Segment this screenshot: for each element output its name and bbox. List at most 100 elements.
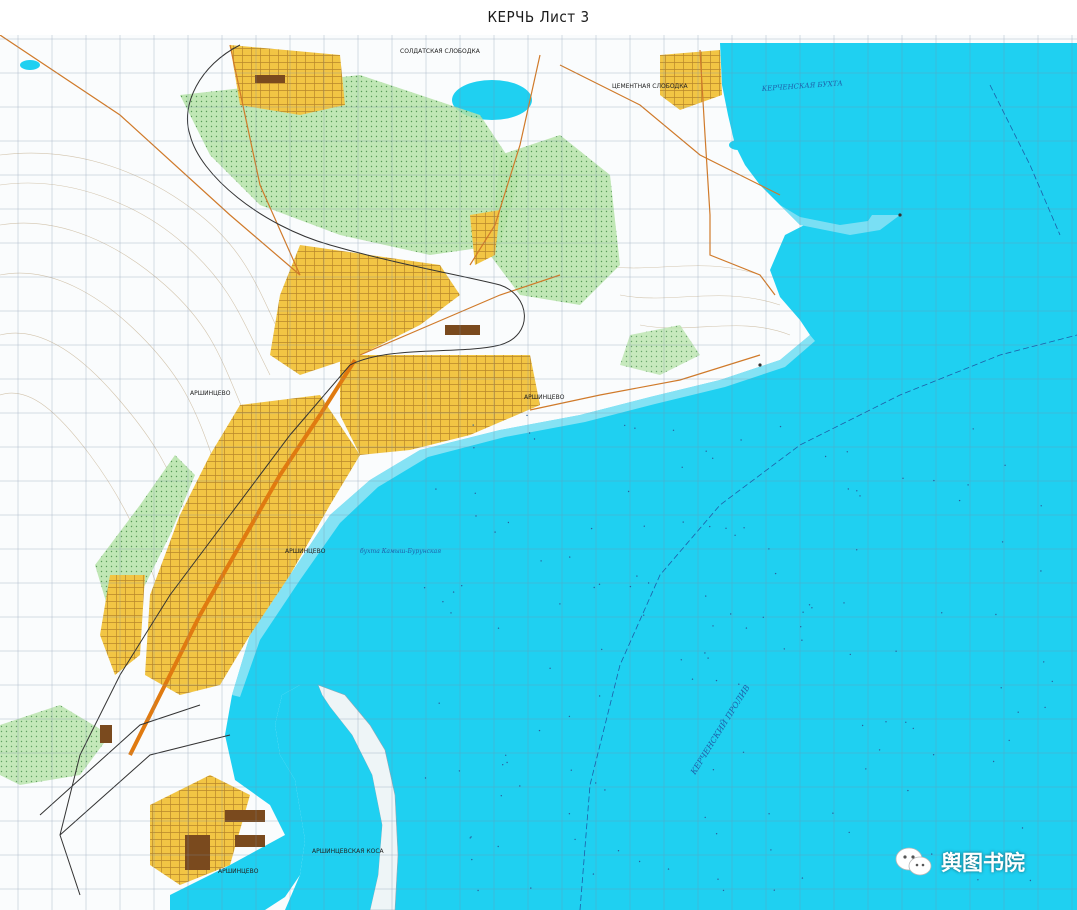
depth-mark bbox=[629, 585, 632, 588]
depth-mark bbox=[801, 877, 804, 879]
depth-mark bbox=[740, 439, 742, 441]
depth-mark bbox=[497, 627, 500, 629]
map-canvas[interactable]: СОЛДАТСКАЯ СЛОБОДКА ЦЕМЕНТНАЯ СЛОБОДКА А… bbox=[0, 35, 1077, 910]
depth-mark bbox=[933, 479, 935, 482]
depth-mark bbox=[458, 770, 461, 772]
lighthouse-marker bbox=[758, 363, 762, 367]
depth-mark bbox=[507, 521, 510, 524]
depth-mark bbox=[617, 850, 620, 852]
depth-mark bbox=[856, 490, 858, 492]
depth-mark bbox=[768, 813, 770, 815]
depth-mark bbox=[423, 587, 426, 589]
depth-mark bbox=[559, 603, 561, 605]
depth-mark bbox=[967, 484, 969, 486]
depth-mark bbox=[932, 754, 935, 756]
depth-mark bbox=[500, 795, 502, 797]
depth-mark bbox=[730, 613, 732, 615]
depth-mark bbox=[691, 678, 694, 680]
depth-mark bbox=[1021, 827, 1024, 829]
depth-mark bbox=[745, 627, 748, 629]
depth-mark bbox=[779, 425, 782, 428]
depth-mark bbox=[1040, 505, 1042, 507]
depth-mark bbox=[846, 451, 848, 453]
depth-mark bbox=[549, 667, 551, 669]
depth-mark bbox=[590, 527, 593, 530]
depth-mark bbox=[743, 527, 745, 529]
depth-mark bbox=[538, 729, 541, 732]
depth-mark bbox=[995, 613, 997, 616]
depth-mark bbox=[704, 652, 706, 654]
depth-mark bbox=[768, 548, 770, 550]
label-tsementnaya: ЦЕМЕНТНАЯ СЛОБОДКА bbox=[612, 83, 688, 90]
depth-mark bbox=[624, 424, 626, 427]
depth-mark bbox=[705, 595, 707, 597]
depth-mark bbox=[681, 466, 683, 468]
depth-mark bbox=[424, 777, 427, 779]
depth-mark bbox=[672, 429, 675, 431]
depth-mark bbox=[902, 477, 904, 479]
depth-mark bbox=[568, 813, 571, 815]
depth-mark bbox=[977, 879, 979, 881]
depth-mark bbox=[715, 833, 718, 835]
depth-mark bbox=[569, 556, 571, 558]
label-arshintsevo-south: АРШИНЦЕВО bbox=[218, 868, 259, 875]
depth-mark bbox=[1001, 541, 1004, 543]
depth-mark bbox=[712, 769, 715, 771]
depth-mark bbox=[856, 549, 858, 551]
depth-mark bbox=[494, 531, 496, 533]
depth-mark bbox=[526, 414, 528, 417]
depth-mark bbox=[540, 560, 542, 562]
depth-mark bbox=[783, 648, 785, 650]
label-arshintsevo-east: АРШИНЦЕВО bbox=[524, 394, 565, 401]
depth-mark bbox=[636, 575, 638, 577]
depth-mark bbox=[843, 602, 845, 604]
depth-mark bbox=[770, 849, 772, 851]
depth-mark bbox=[762, 616, 764, 618]
depth-mark bbox=[1000, 687, 1002, 689]
depth-mark bbox=[1040, 570, 1042, 572]
depth-mark bbox=[1043, 661, 1045, 663]
depth-mark bbox=[469, 837, 471, 839]
label-soldatskaya: СОЛДАТСКАЯ СЛОБОДКА bbox=[400, 48, 481, 55]
depth-mark bbox=[722, 889, 725, 892]
watermark-text: 舆图书院 bbox=[941, 851, 1025, 875]
depth-mark bbox=[595, 782, 597, 784]
lake bbox=[729, 140, 747, 150]
depth-mark bbox=[592, 873, 595, 875]
depth-mark bbox=[1017, 711, 1019, 713]
depth-mark bbox=[497, 845, 499, 848]
depth-mark bbox=[742, 751, 745, 753]
depth-mark bbox=[519, 785, 521, 787]
depth-mark bbox=[452, 591, 455, 593]
depth-mark bbox=[643, 525, 645, 527]
depth-mark bbox=[774, 572, 777, 575]
depth-mark bbox=[734, 534, 736, 536]
depth-mark bbox=[712, 625, 714, 627]
depth-mark bbox=[808, 604, 811, 606]
depth-mark bbox=[885, 721, 887, 723]
depth-mark bbox=[1051, 680, 1054, 683]
depth-mark bbox=[1008, 739, 1010, 742]
depth-mark bbox=[878, 749, 881, 751]
depth-mark bbox=[528, 432, 531, 434]
depth-mark bbox=[717, 878, 719, 880]
depth-mark bbox=[598, 695, 601, 697]
depth-mark bbox=[435, 488, 437, 490]
depth-mark bbox=[704, 816, 706, 819]
depth-mark bbox=[506, 761, 508, 764]
depth-mark bbox=[715, 679, 718, 682]
depth-mark bbox=[847, 488, 849, 490]
depth-mark bbox=[604, 789, 606, 791]
depth-mark bbox=[1004, 464, 1006, 466]
depth-mark bbox=[680, 659, 682, 661]
depth-mark bbox=[907, 789, 909, 792]
depth-mark bbox=[593, 586, 595, 589]
cape-marker bbox=[898, 213, 902, 217]
depth-mark bbox=[682, 521, 684, 523]
depth-mark bbox=[972, 428, 974, 430]
depth-mark bbox=[643, 614, 645, 616]
depth-mark bbox=[1044, 706, 1046, 709]
depth-mark bbox=[773, 889, 775, 891]
depth-mark bbox=[570, 769, 572, 771]
depth-mark bbox=[667, 868, 670, 870]
